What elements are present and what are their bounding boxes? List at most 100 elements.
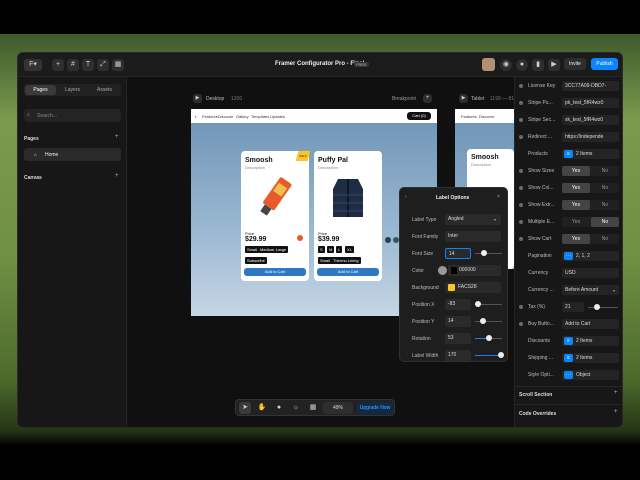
redirect-input[interactable]: https://independe — [562, 132, 619, 142]
canvas-area[interactable]: ▶ Desktop 1200 Breakpoint + ▶ Tablet 119… — [127, 77, 514, 427]
play-icon[interactable]: ▶ — [548, 59, 560, 71]
comment-tool-icon[interactable]: ● — [273, 402, 285, 414]
toggle-option[interactable]: Yes — [562, 200, 590, 210]
show-extras-toggle[interactable]: Yes No — [562, 200, 619, 210]
upgrade-button[interactable]: Upgrade Now — [357, 402, 393, 414]
show-colors-toggle[interactable]: Yes No — [562, 183, 619, 193]
size-chip[interactable]: S — [318, 246, 325, 253]
stripe-secret-input[interactable]: sk_test_5fR4wz0 — [562, 115, 619, 125]
toggle-option[interactable]: Yes — [562, 217, 590, 227]
tab-layers[interactable]: Layers — [57, 85, 88, 95]
breakpoint-button[interactable]: Breakpoint — [392, 96, 416, 102]
add-scroll-section-icon[interactable]: + — [614, 390, 618, 396]
hand-tool-icon[interactable]: ✋ — [256, 402, 268, 414]
toggle-option[interactable]: No — [591, 217, 619, 227]
page-item-home[interactable]: ⌂ Home — [24, 148, 121, 161]
slider-knob[interactable] — [594, 304, 600, 310]
search-input[interactable]: ⌕ Search... — [24, 109, 121, 122]
slider-knob[interactable] — [475, 301, 481, 307]
framer-menu-button[interactable]: F▾ — [24, 59, 42, 71]
color-picker[interactable] — [438, 266, 447, 275]
font-size-slider[interactable] — [475, 253, 502, 254]
slider-knob[interactable] — [486, 335, 492, 341]
size-chip[interactable]: M — [327, 246, 335, 253]
size-chip[interactable]: XL — [345, 246, 354, 253]
grid-icon[interactable]: ▦ — [307, 402, 319, 414]
font-family-input[interactable]: Inter — [445, 231, 501, 242]
size-chip[interactable]: L — [336, 246, 343, 253]
tax-slider[interactable] — [588, 307, 618, 308]
add-to-cart-button[interactable]: Add to Cart — [317, 268, 379, 276]
buy-button-input[interactable]: Add to Cart — [562, 319, 619, 329]
theme-toggle-icon[interactable]: ☼ — [290, 402, 302, 414]
show-cart-toggle[interactable]: Yes No — [562, 234, 619, 244]
publish-button[interactable]: Publish — [591, 58, 618, 70]
extra-chip[interactable]: Small — [318, 257, 333, 264]
add-breakpoint-icon[interactable]: + — [423, 94, 432, 103]
slider-knob[interactable] — [498, 352, 504, 358]
background-swatch[interactable] — [448, 284, 455, 291]
component-icon[interactable]: ▦ — [112, 59, 124, 71]
add-code-override-icon[interactable]: + — [614, 409, 618, 415]
tax-input[interactable]: 21 — [562, 302, 584, 312]
toggle-option[interactable]: No — [591, 183, 619, 193]
invite-button[interactable]: Invite — [564, 58, 586, 70]
toggle-option[interactable]: No — [591, 200, 619, 210]
nav-link[interactable]: Updates — [270, 114, 285, 119]
link-icon[interactable]: ⤢ — [97, 59, 109, 71]
size-chip[interactable]: Large — [274, 246, 289, 253]
preview-icon[interactable]: ▶ — [193, 94, 202, 103]
toggle-option[interactable]: Yes — [562, 234, 590, 244]
extra-chip[interactable]: Subscribe — [245, 257, 267, 264]
license-key-input[interactable]: 3CC77A09-DBD7- — [562, 81, 619, 91]
product-card-smoosh[interactable]: Smoosh Description SALE Price $29.99 Sma… — [241, 151, 311, 281]
nav-link[interactable]: Gallery — [236, 114, 249, 119]
close-icon[interactable]: × — [497, 194, 500, 200]
label-width-input[interactable]: 170 — [445, 350, 471, 361]
extra-chip[interactable]: Thermo Lining — [331, 257, 361, 264]
tab-assets[interactable]: Assets — [89, 85, 120, 95]
select-tool-icon[interactable]: ➤ — [239, 402, 251, 414]
desktop-breakpoint-label[interactable]: Desktop — [206, 96, 224, 102]
currency-position-select[interactable]: Before Amount — [562, 285, 619, 295]
avatar[interactable] — [482, 58, 495, 71]
multiple-extras-toggle[interactable]: Yes No — [562, 217, 619, 227]
add-to-cart-button[interactable]: Add to Cart — [244, 268, 306, 276]
analytics-icon[interactable]: ▮ — [532, 59, 544, 71]
tab-pages[interactable]: Pages — [25, 85, 56, 95]
tablet-preview-icon[interactable]: ▶ — [459, 94, 468, 103]
frame-icon[interactable]: # — [67, 59, 79, 71]
settings-icon[interactable]: ● — [516, 59, 528, 71]
show-sizes-toggle[interactable]: Yes No — [562, 166, 619, 176]
insert-icon[interactable]: + — [52, 59, 64, 71]
toggle-option[interactable]: No — [591, 234, 619, 244]
back-chevron-icon[interactable]: ‹ — [405, 194, 407, 200]
add-page-icon[interactable]: + — [115, 134, 119, 140]
label-type-select[interactable]: Angled — [445, 214, 501, 225]
scroll-section-heading[interactable]: Scroll Section — [519, 392, 552, 398]
size-chip[interactable]: Small — [245, 246, 260, 253]
text-icon[interactable]: T — [82, 59, 94, 71]
zoom-select[interactable]: 49% — [323, 402, 353, 414]
font-size-input[interactable]: 14 — [445, 248, 471, 259]
position-y-input[interactable]: 14 — [445, 316, 471, 327]
cart-button[interactable]: Cart (0) — [407, 112, 431, 120]
nav-link[interactable]: Discover — [218, 114, 234, 119]
color-swatch[interactable] — [385, 237, 391, 243]
currency-input[interactable]: USD — [562, 268, 619, 278]
product-card-puffy-pal[interactable]: Puffy Pal Description Price $39.99 S M L… — [314, 151, 382, 281]
code-overrides-heading[interactable]: Code Overrides — [519, 411, 556, 417]
toggle-option[interactable]: Yes — [562, 166, 590, 176]
rotation-input[interactable]: 53 — [445, 333, 471, 344]
comments-icon[interactable]: ◉ — [500, 59, 512, 71]
position-x-input[interactable]: -83 — [445, 299, 471, 310]
toggle-option[interactable]: Yes — [562, 183, 590, 193]
slider-knob[interactable] — [480, 318, 486, 324]
nav-link[interactable]: Templates — [251, 114, 269, 119]
color-swatch[interactable] — [297, 235, 303, 241]
project-title[interactable]: Framer Configurator Pro - Final — [275, 61, 364, 67]
toggle-option[interactable]: No — [591, 166, 619, 176]
add-canvas-icon[interactable]: + — [115, 173, 119, 179]
nav-link[interactable]: Features — [202, 114, 218, 119]
stripe-public-input[interactable]: pk_test_5fR4wz0 — [562, 98, 619, 108]
